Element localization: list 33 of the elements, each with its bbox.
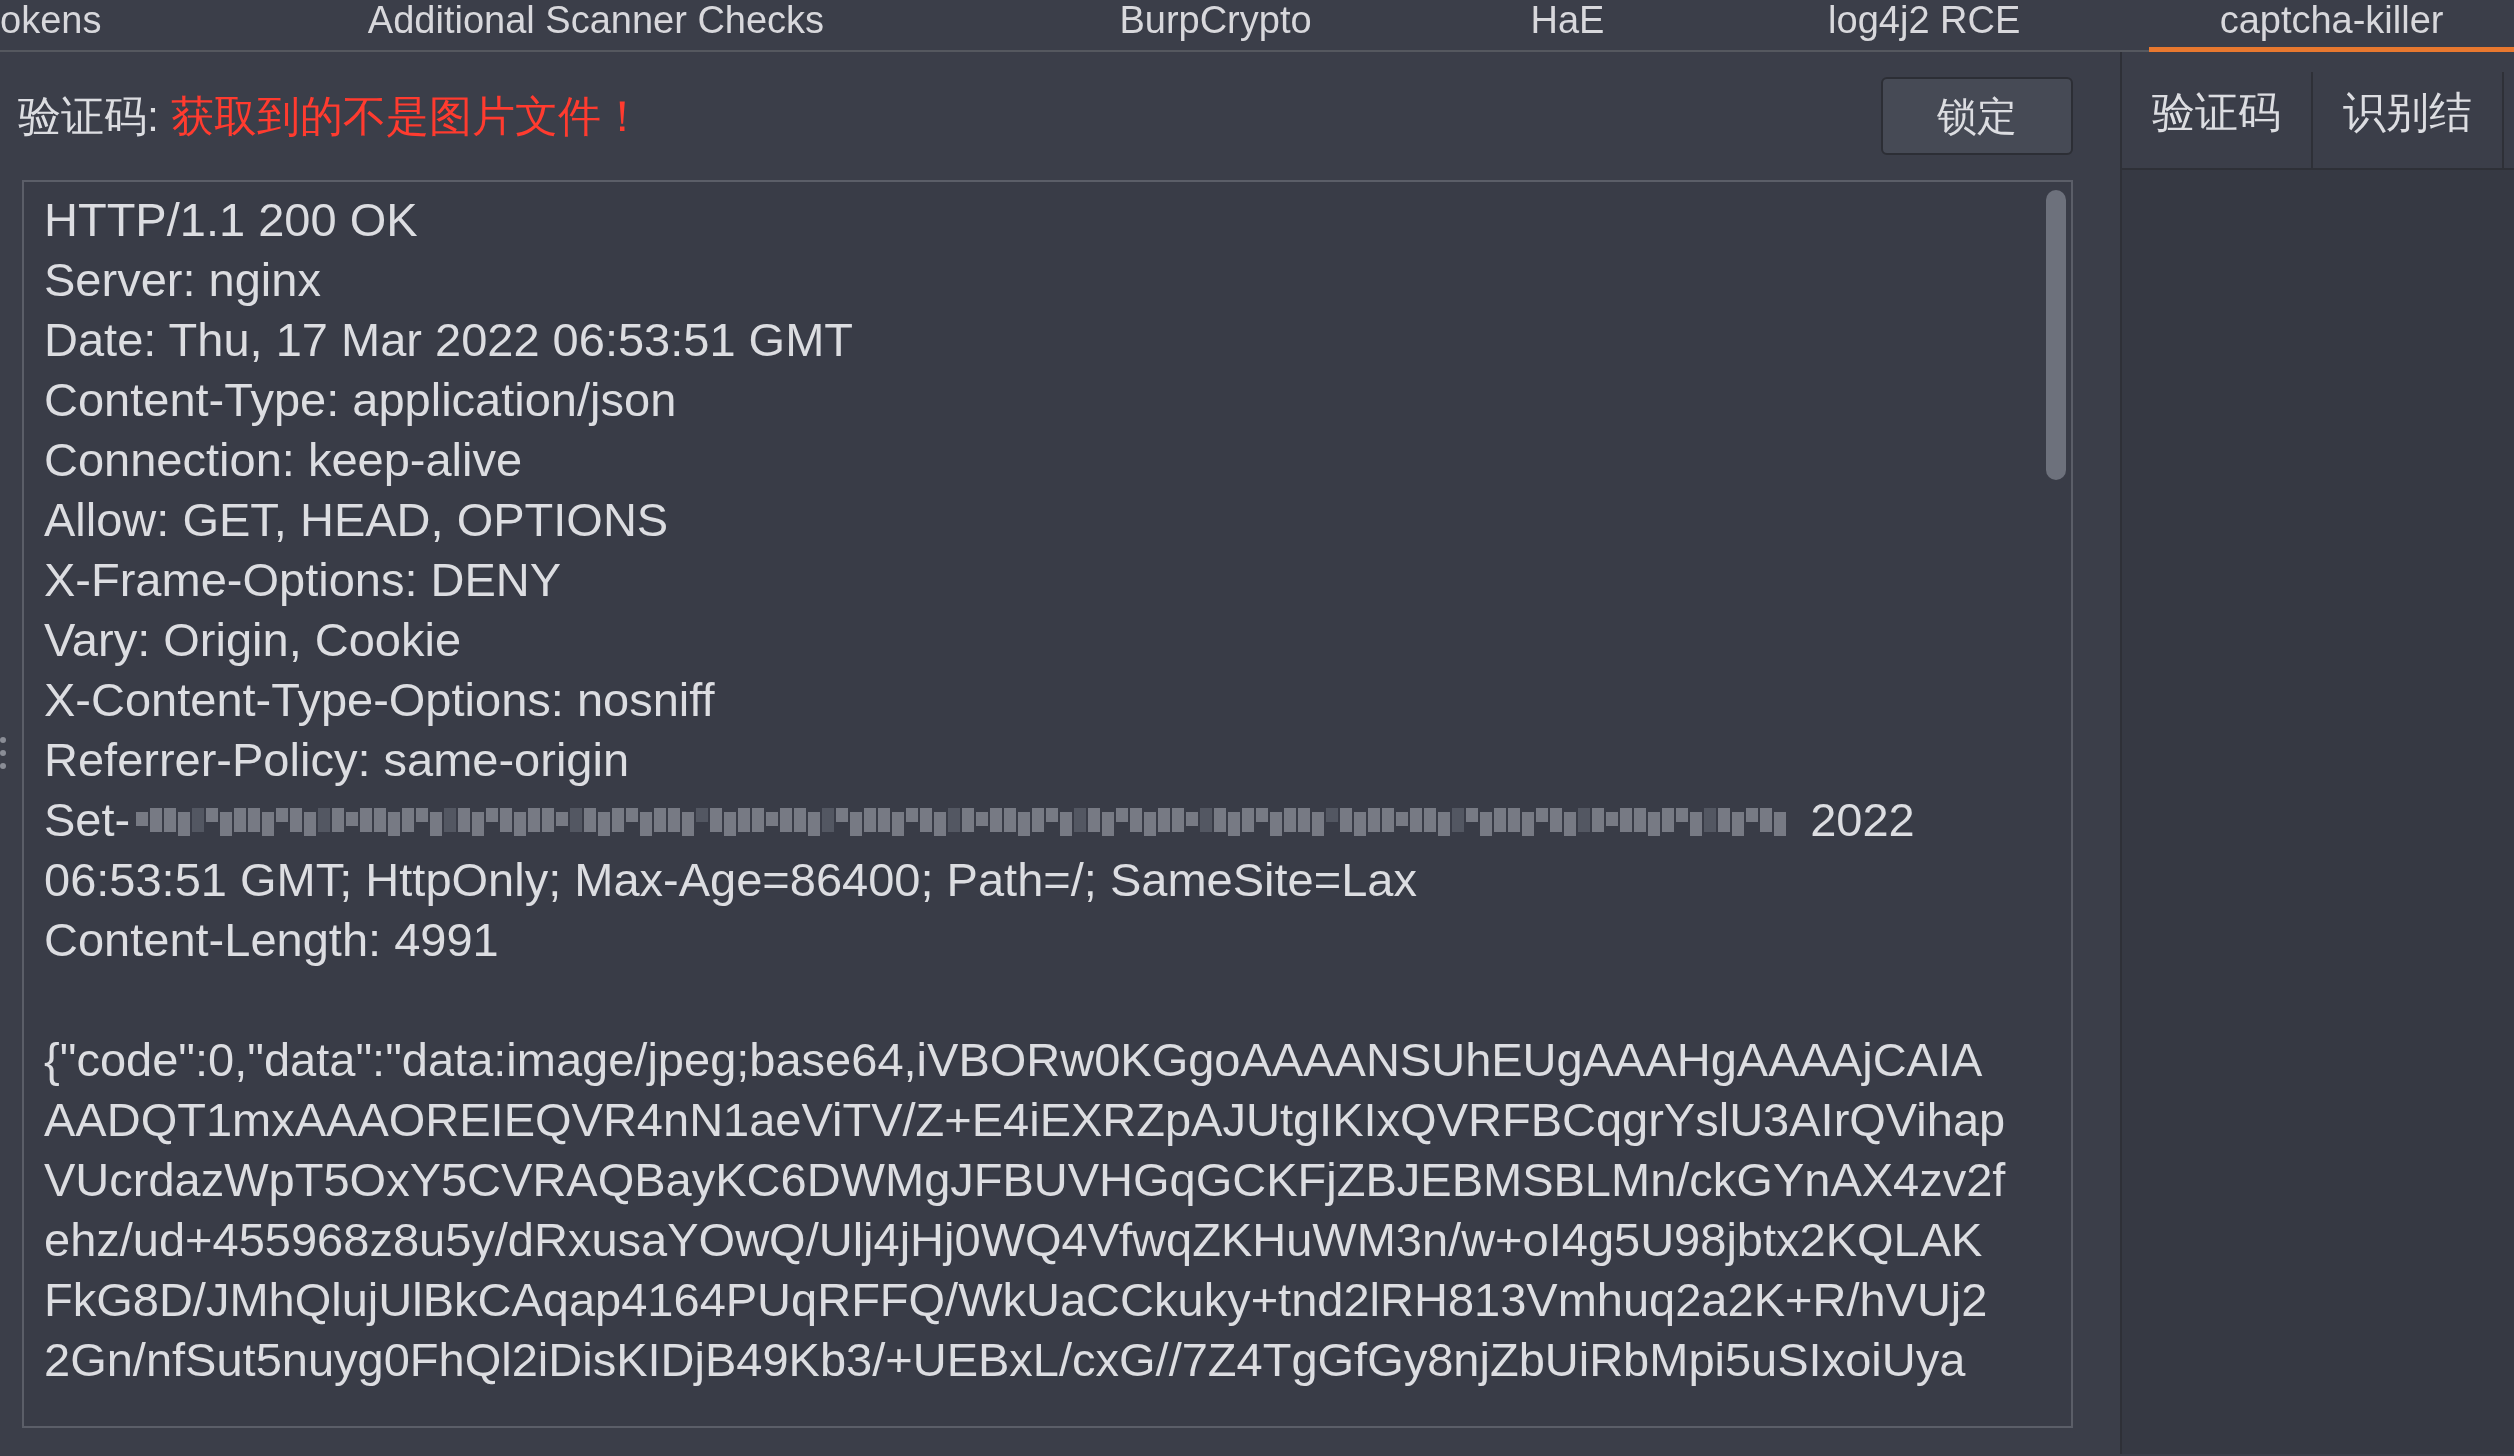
tab[interactable]: HaE — [1455, 0, 1680, 52]
text-line: Referrer-Policy: same-origin — [44, 732, 631, 788]
tab[interactable]: BurpCrypto — [1035, 0, 1396, 52]
text-line: FkG8D/JMhQlujUlBkCAqap4164PUqRFFQ/WkUaCCkuky+tnd2lRH813Vmhuq2a2K+R/hVUj2 — [44, 1272, 1989, 1328]
text-line: Connection: keep-alive — [44, 432, 524, 488]
text-line: 06:53:51 GMT; HttpOnly; Max-Age=86400; Path=/; SameSite=Lax — [44, 852, 1418, 908]
error-message: 获取到的不是图片文件！ — [170, 90, 644, 142]
text-line: 2Gn/nfSut5nuyg0FhQl2iDisKIDjB49Kb3/+UEBxL/cxG//7Z4TgGfGy8njZbUiRbMpi5uSIxoiUya — [44, 1332, 1967, 1388]
text-line: Set- — [44, 792, 131, 848]
tab[interactable]: log4j2 RCE — [1739, 0, 2110, 52]
text-line: Content-Type: application/json — [44, 372, 678, 428]
text-line: {"code":0,"data":"data:image/jpeg;base64,iVBORw0KGgoAAAANSUhEUgAAAHgAAAAjCAIA — [44, 1032, 1984, 1088]
tab[interactable]: okens — [0, 0, 127, 52]
text-line: VUcrdazWpT5OxY5CVRAQBayKC6DWMgJFBUVHGqGCKFjZBJEBMSBLMn/ckGYnAX4zv2f — [44, 1152, 2007, 1208]
text-line: Date: Thu, 17 Mar 2022 06:53:51 GMT — [44, 312, 855, 368]
side-tab[interactable]: 验证码 — [2122, 72, 2313, 168]
text-line: Vary: Origin, Cookie — [44, 612, 463, 668]
text-line: Content-Length: 4991 — [44, 912, 500, 968]
text-line: Allow: GET, HEAD, OPTIONS — [44, 492, 670, 548]
text-line: 2022 — [1810, 792, 1915, 848]
drag-handle-icon[interactable] — [0, 735, 8, 771]
captcha-label: 验证码: — [18, 90, 159, 142]
tab[interactable]: Additional Scanner Checks — [216, 0, 976, 52]
response-text-area[interactable] — [22, 180, 2073, 1428]
lock-button[interactable]: 锁定 — [1881, 77, 2073, 155]
text-line: X-Content-Type-Options: nosniff — [44, 672, 716, 728]
text-line: X-Frame-Options: DENY — [44, 552, 563, 608]
side-tab[interactable]: 识别结 — [2313, 72, 2504, 168]
text-line: ehz/ud+455968z8u5y/dRxusaYOwQ/Ulj4jHj0WQ4VfwqZKHuWM3n/w+oI4g5U98jbtx2KQLAK — [44, 1212, 1984, 1268]
text-line: AADQT1mxAAAOREIEQVR4nN1aeViTV/Z+E4iEXRZpAJUtgIKIxQVRFBCqgrYslU3AIrQVihap — [44, 1092, 2007, 1148]
text-line: HTTP/1.1 200 OK — [44, 192, 419, 248]
text-line: Server: nginx — [44, 252, 322, 308]
scrollbar-thumb[interactable] — [2046, 190, 2066, 480]
